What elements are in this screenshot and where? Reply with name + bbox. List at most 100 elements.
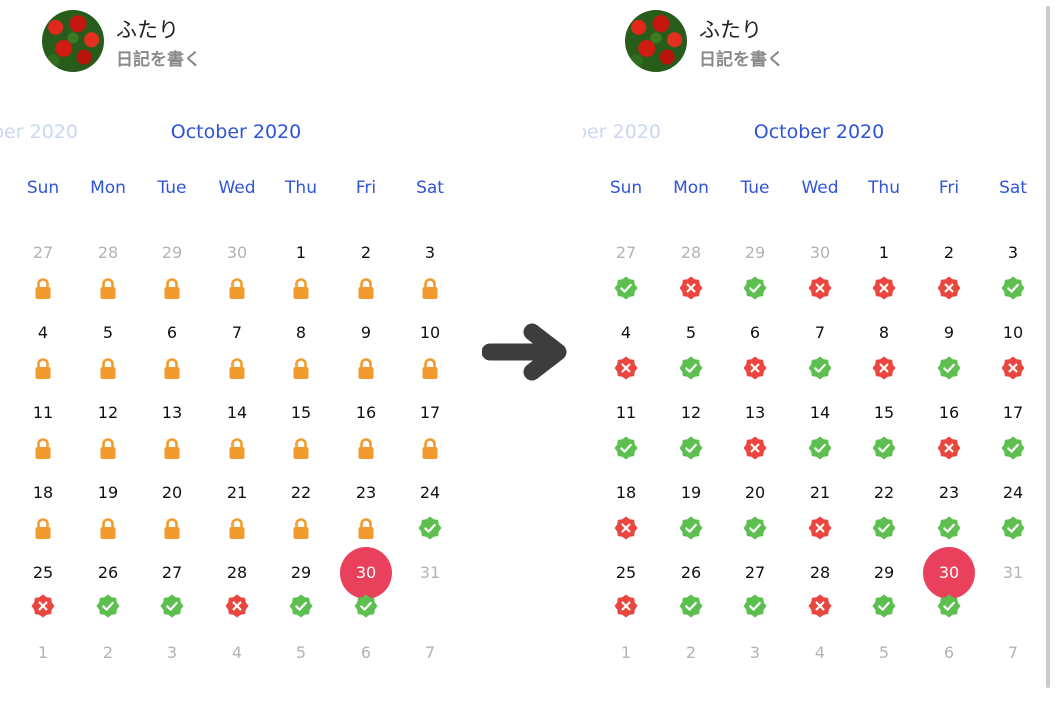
scrollbar[interactable] [1046, 6, 1050, 688]
lock-icon [354, 356, 378, 380]
day-cell[interactable]: 13 [140, 403, 204, 422]
day-cell[interactable]: 29 [723, 243, 787, 262]
day-cell[interactable]: 1 [11, 643, 75, 662]
day-cell[interactable]: 19 [659, 483, 723, 502]
day-cell[interactable]: 28 [788, 563, 852, 582]
day-cell[interactable]: 29 [140, 243, 204, 262]
day-cell[interactable]: 1 [594, 643, 658, 662]
day-cell[interactable]: 24 [981, 483, 1045, 502]
day-cell[interactable]: 6 [723, 323, 787, 342]
day-cell[interactable]: 14 [788, 403, 852, 422]
day-cell[interactable]: 14 [205, 403, 269, 422]
day-cell[interactable]: 25 [594, 563, 658, 582]
day-cell[interactable]: 6 [334, 643, 398, 662]
day-cell[interactable]: 4 [594, 323, 658, 342]
day-cell[interactable]: 7 [398, 643, 462, 662]
day-cell[interactable]: 28 [205, 563, 269, 582]
day-cell[interactable]: 12 [76, 403, 140, 422]
day-cell[interactable]: 5 [76, 323, 140, 342]
day-cell[interactable]: 22 [269, 483, 333, 502]
day-cell[interactable]: 9 [917, 323, 981, 342]
check-badge-icon [160, 594, 184, 618]
day-cell[interactable]: 20 [723, 483, 787, 502]
cross-badge-icon [808, 276, 832, 300]
day-cell[interactable]: 28 [76, 243, 140, 262]
day-cell[interactable]: 25 [11, 563, 75, 582]
day-cell[interactable]: 7 [788, 323, 852, 342]
day-cell[interactable]: 19 [76, 483, 140, 502]
day-cell[interactable]: 16 [917, 403, 981, 422]
day-cell[interactable]: 2 [76, 643, 140, 662]
day-cell[interactable]: 2 [659, 643, 723, 662]
day-cell[interactable]: 8 [269, 323, 333, 342]
write-diary-button[interactable]: 日記を書く [699, 45, 784, 70]
avatar[interactable] [42, 10, 104, 72]
day-cell[interactable]: 26 [659, 563, 723, 582]
day-cell[interactable]: 3 [398, 243, 462, 262]
day-cell[interactable]: 3 [140, 643, 204, 662]
day-cell[interactable]: 30 [205, 243, 269, 262]
day-cell[interactable]: 27 [594, 243, 658, 262]
day-cell[interactable]: 18 [594, 483, 658, 502]
day-cell[interactable]: 18 [11, 483, 75, 502]
day-cell[interactable]: 15 [852, 403, 916, 422]
lock-icon [225, 516, 249, 540]
day-cell[interactable]: 26 [76, 563, 140, 582]
day-cell[interactable]: 31 [398, 563, 462, 582]
day-cell[interactable]: 13 [723, 403, 787, 422]
day-cell[interactable]: 29 [269, 563, 333, 582]
day-cell[interactable]: 9 [334, 323, 398, 342]
day-cell[interactable]: 28 [659, 243, 723, 262]
day-cell[interactable]: 11 [11, 403, 75, 422]
day-cell[interactable]: 5 [659, 323, 723, 342]
day-cell[interactable]: 3 [981, 243, 1045, 262]
day-cell[interactable]: 2 [334, 243, 398, 262]
day-cell[interactable]: 12 [659, 403, 723, 422]
day-cell[interactable]: 6 [917, 643, 981, 662]
day-cell[interactable]: 21 [788, 483, 852, 502]
lock-icon [160, 436, 184, 460]
day-cell[interactable]: 30 [917, 563, 981, 582]
day-cell[interactable]: 20 [140, 483, 204, 502]
day-cell[interactable]: 27 [723, 563, 787, 582]
day-cell[interactable]: 6 [140, 323, 204, 342]
cross-badge-icon [225, 594, 249, 618]
day-cell[interactable]: 23 [334, 483, 398, 502]
day-cell[interactable]: 4 [788, 643, 852, 662]
day-cell[interactable]: 1 [852, 243, 916, 262]
day-cell[interactable]: 4 [205, 643, 269, 662]
day-cell[interactable]: 2 [917, 243, 981, 262]
day-cell[interactable]: 11 [594, 403, 658, 422]
day-cell[interactable]: 3 [723, 643, 787, 662]
day-cell[interactable]: 27 [140, 563, 204, 582]
write-diary-button[interactable]: 日記を書く [116, 45, 201, 70]
day-cell[interactable]: 31 [981, 563, 1045, 582]
day-cell[interactable]: 17 [981, 403, 1045, 422]
avatar[interactable] [625, 10, 687, 72]
day-cell[interactable]: 29 [852, 563, 916, 582]
day-cell[interactable]: 5 [269, 643, 333, 662]
day-cell[interactable]: 1 [269, 243, 333, 262]
day-cell[interactable]: 17 [398, 403, 462, 422]
day-cell[interactable]: 21 [205, 483, 269, 502]
day-cell[interactable]: 27 [11, 243, 75, 262]
check-badge-icon [614, 436, 638, 460]
day-cell[interactable]: 7 [981, 643, 1045, 662]
day-cell[interactable]: 4 [11, 323, 75, 342]
lock-icon [418, 436, 442, 460]
weekday-label: Sat [999, 178, 1027, 198]
day-cell[interactable]: 15 [269, 403, 333, 422]
day-cell[interactable]: 7 [205, 323, 269, 342]
day-cell[interactable]: 23 [917, 483, 981, 502]
day-cell[interactable]: 10 [981, 323, 1045, 342]
day-cell[interactable]: 8 [852, 323, 916, 342]
lock-icon [31, 276, 55, 300]
day-cell[interactable]: 5 [852, 643, 916, 662]
calendar-after-panel: ふたり 日記を書く ber 2020 October 2020 Sun Mon Tue Wed… [583, 0, 1049, 704]
day-cell[interactable]: 10 [398, 323, 462, 342]
day-cell[interactable]: 22 [852, 483, 916, 502]
day-cell[interactable]: 30 [788, 243, 852, 262]
day-cell[interactable]: 24 [398, 483, 462, 502]
day-cell[interactable]: 16 [334, 403, 398, 422]
day-cell[interactable]: 30 [334, 563, 398, 582]
